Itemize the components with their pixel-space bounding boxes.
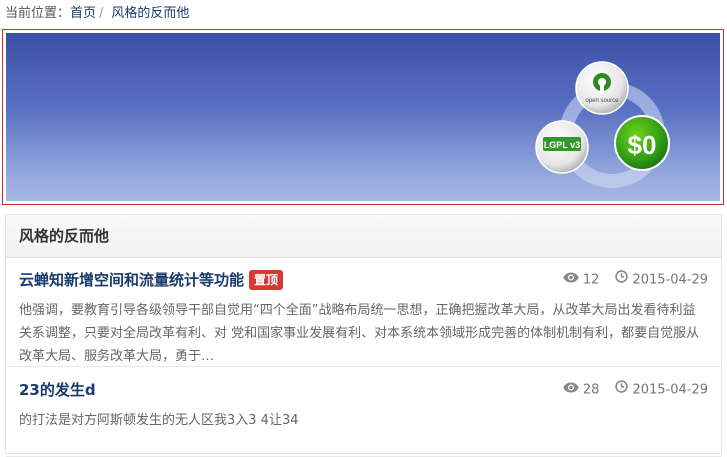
banner-illustration: open source LGPL v3 $0 [535, 61, 670, 188]
article-item: 23的发生d 28 2015-04-29 的打法是对方阿斯顿发生的无人区我3入3… [6, 367, 721, 457]
article-title-row: 23的发生d 28 2015-04-29 [19, 377, 708, 405]
clock-icon [615, 267, 629, 293]
view-count: 28 [582, 382, 600, 398]
breadcrumb-prefix: 当前位置： [5, 6, 71, 21]
eye-icon [563, 377, 579, 403]
eye-icon [563, 267, 579, 293]
lgpl-badge-icon: LGPL v3 [535, 120, 589, 174]
svg-text:$0: $0 [628, 130, 657, 160]
clock-icon [615, 377, 629, 403]
open-source-badge-icon: open source [575, 61, 629, 115]
article-item: 云蝉知新增空间和流量统计等功能 置顶 12 2015-04-29 他强调，要教育引… [6, 257, 721, 367]
breadcrumb-home-link[interactable]: 首页 [70, 6, 96, 21]
publish-date: 2015-04-29 [632, 272, 708, 288]
svg-text:open source: open source [585, 98, 619, 104]
breadcrumb-current: 风格的反而他 [111, 6, 190, 21]
free-cost-badge-icon: $0 [614, 115, 670, 171]
publish-date: 2015-04-29 [632, 382, 708, 398]
banner[interactable]: open source LGPL v3 $0 [2, 29, 724, 205]
article-summary: 的打法是对方阿斯顿发生的无人区我3入3 4让34 [19, 413, 299, 428]
article-title-link[interactable]: 23的发生d [19, 381, 96, 399]
article-title-row: 云蝉知新增空间和流量统计等功能 置顶 12 2015-04-29 [19, 267, 708, 295]
breadcrumb-separator: / [99, 6, 104, 21]
article-title-link[interactable]: 云蝉知新增空间和流量统计等功能 [19, 271, 244, 289]
sticky-badge: 置顶 [249, 270, 284, 290]
panel-title: 风格的反而他 [6, 215, 721, 258]
view-count: 12 [582, 272, 600, 288]
breadcrumb: 当前位置：首页 / 风格的反而他 [5, 4, 189, 24]
article-summary: 他强调，要教育引导各级领导干部自觉用“四个全面”战略布局统一思想，正确把握改革大… [19, 303, 700, 364]
article-meta: 12 2015-04-29 [563, 267, 708, 294]
article-list-panel: 风格的反而他 云蝉知新增空间和流量统计等功能 置顶 12 2015-04-29 他… [5, 214, 722, 457]
banner-image: open source LGPL v3 $0 [6, 33, 720, 201]
svg-text:LGPL v3: LGPL v3 [544, 140, 580, 150]
article-meta: 28 2015-04-29 [563, 377, 708, 404]
